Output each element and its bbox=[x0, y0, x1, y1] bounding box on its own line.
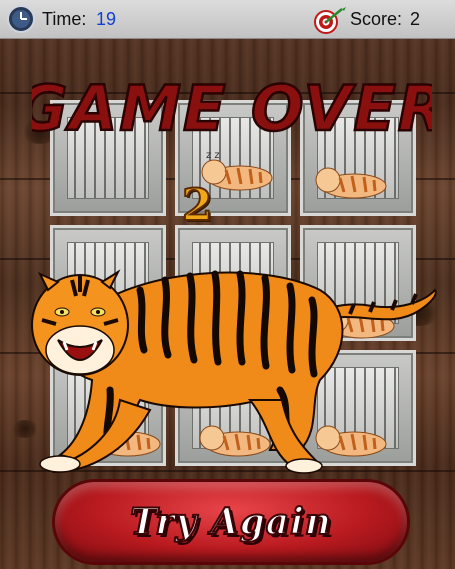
hud-bar: Time: 19 Score: 2 bbox=[0, 0, 455, 39]
game-over-title: GAME OVER bbox=[32, 72, 432, 142]
score-value: 2 bbox=[410, 9, 421, 29]
clock-icon bbox=[7, 5, 35, 33]
svg-text:z z: z z bbox=[206, 150, 220, 161]
roaring-tiger-icon bbox=[31, 269, 437, 474]
score-label: Score: bbox=[350, 9, 403, 29]
try-again-label: Try Again bbox=[129, 500, 332, 544]
game-over-text: GAME OVER bbox=[32, 72, 432, 142]
final-score-number: 2 bbox=[181, 179, 214, 232]
dartboard-icon bbox=[314, 7, 346, 34]
sleeping-tiger-icon bbox=[315, 167, 387, 199]
try-again-button[interactable]: Try Again bbox=[55, 482, 407, 562]
time-value: 19 bbox=[96, 9, 117, 29]
time-label: Time: bbox=[42, 9, 87, 29]
